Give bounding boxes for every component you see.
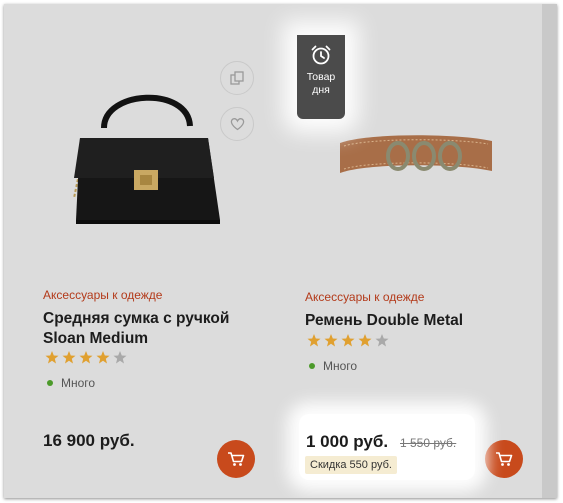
product-card-bag[interactable]: Аксессуары к одежде Средняя сумка с ручк… xyxy=(4,4,276,498)
next-card-edge xyxy=(542,4,557,498)
product-price: 16 900 руб. xyxy=(43,431,135,450)
star-filled-icon xyxy=(79,351,93,364)
product-grid: Аксессуары к одежде Средняя сумка с ручк… xyxy=(4,4,557,498)
stock-status: Много xyxy=(309,359,357,373)
stock-label: Много xyxy=(61,376,96,390)
stock-dot xyxy=(309,363,315,369)
product-title-line[interactable]: Sloan Medium xyxy=(43,329,229,349)
star-filled-icon xyxy=(341,334,355,347)
star-filled-icon xyxy=(96,351,110,364)
star-filled-icon xyxy=(45,351,59,364)
star-filled-icon xyxy=(307,334,321,347)
star-filled-icon xyxy=(358,334,372,347)
compare-icon xyxy=(230,71,244,85)
rating-stars xyxy=(307,334,389,347)
product-title[interactable]: Ремень Double Metal xyxy=(305,311,463,331)
discount-badge: Скидка 550 руб. xyxy=(305,456,397,474)
stock-label: Много xyxy=(323,359,358,373)
product-image-bag[interactable] xyxy=(68,86,228,236)
deal-label: дня xyxy=(312,84,330,96)
cart-icon xyxy=(496,452,513,466)
heart-icon xyxy=(230,118,244,131)
cart-icon xyxy=(228,452,245,466)
product-category[interactable]: Аксессуары к одежде xyxy=(305,290,424,304)
product-image-belt[interactable] xyxy=(336,129,496,191)
product-title[interactable]: Средняя сумка с ручкой Sloan Medium xyxy=(43,309,229,349)
star-filled-icon xyxy=(324,334,338,347)
star-empty-icon xyxy=(113,351,127,364)
stock-dot xyxy=(47,380,53,386)
star-empty-icon xyxy=(375,334,389,347)
product-title-line[interactable]: Средняя сумка с ручкой xyxy=(43,309,229,329)
alarm-clock-icon xyxy=(311,45,331,65)
rating-stars xyxy=(45,351,127,364)
price-highlight: 1 000 руб. 1 550 руб. Скидка 550 руб. xyxy=(299,414,475,480)
product-category[interactable]: Аксессуары к одежде xyxy=(43,288,162,302)
star-filled-icon xyxy=(62,351,76,364)
add-to-cart-button[interactable] xyxy=(217,440,255,478)
old-price: 1 550 руб. xyxy=(400,436,457,450)
deal-label: Товар xyxy=(306,71,336,83)
stock-status: Много xyxy=(47,376,95,390)
add-to-cart-button[interactable] xyxy=(485,440,523,478)
product-price: 1 000 руб. xyxy=(306,432,389,451)
deal-of-day-badge: Товар дня xyxy=(297,35,345,119)
